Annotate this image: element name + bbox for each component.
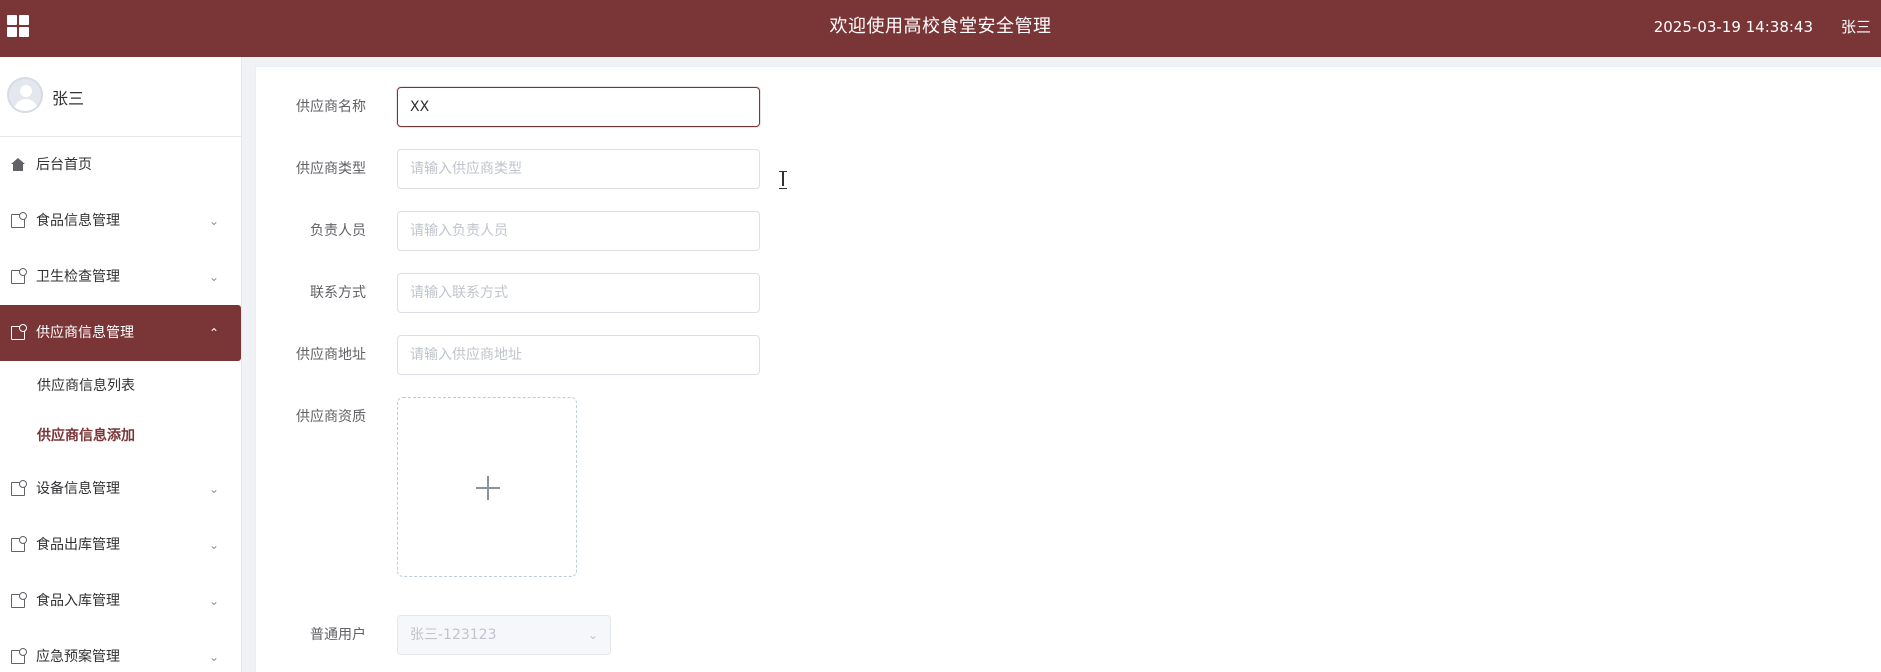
contact-input[interactable] <box>397 273 760 313</box>
form-row-person: 负责人员 <box>256 211 856 251</box>
sidebar-item-hygiene[interactable]: 卫生检查管理 ⌄ <box>0 249 241 305</box>
document-icon <box>11 268 27 284</box>
sidebar: 张三 后台首页 食品信息管理 ⌄ 卫生检查管理 ⌄ 供应商信息管理 ⌃ 供应商信… <box>0 57 242 672</box>
sidebar-item-outbound[interactable]: 食品出库管理 ⌄ <box>0 517 241 573</box>
chevron-down-icon: ⌄ <box>587 628 598 642</box>
user-select-value: 张三-123123 <box>410 627 497 643</box>
user-label: 普通用户 <box>310 627 366 643</box>
form-row-contact: 联系方式 <box>256 273 856 313</box>
supplier-form-panel: 供应商名称 供应商类型 负责人员 联系方式 供应商地址 供应商资质 普通用户 张… <box>255 66 1881 672</box>
document-icon <box>11 212 27 228</box>
chevron-down-icon: ⌄ <box>208 270 219 284</box>
sidebar-item-emergency[interactable]: 应急预案管理 ⌄ <box>0 629 241 672</box>
header-user-name[interactable]: 张三 <box>1841 0 1881 54</box>
avatar <box>7 77 43 113</box>
sidebar-item-label: 供应商信息管理 <box>36 325 134 341</box>
chevron-up-icon: ⌃ <box>208 326 219 340</box>
sidebar-item-label: 食品信息管理 <box>36 213 120 229</box>
document-icon <box>11 648 27 664</box>
form-row-address: 供应商地址 <box>256 335 856 375</box>
document-icon <box>11 480 27 496</box>
sidebar-item-food-info[interactable]: 食品信息管理 ⌄ <box>0 193 241 249</box>
sidebar-item-label: 应急预案管理 <box>36 649 120 665</box>
contact-label: 联系方式 <box>310 285 366 301</box>
supplier-address-label: 供应商地址 <box>296 347 366 363</box>
top-header: 欢迎使用高校食堂安全管理 2025-03-19 14:38:43 张三 <box>0 0 1881 57</box>
supplier-name-label: 供应商名称 <box>296 99 366 115</box>
qualification-upload-box[interactable] <box>397 397 577 577</box>
sidebar-item-label: 食品入库管理 <box>36 593 120 609</box>
sidebar-subitem-supplier-list[interactable]: 供应商信息列表 <box>0 361 241 411</box>
supplier-address-input[interactable] <box>397 335 760 375</box>
supplier-qualification-label: 供应商资质 <box>296 409 366 425</box>
supplier-name-input[interactable] <box>397 87 760 127</box>
document-icon <box>11 536 27 552</box>
sidebar-item-equipment[interactable]: 设备信息管理 ⌄ <box>0 461 241 517</box>
document-icon <box>11 592 27 608</box>
user-select[interactable]: 张三-123123 ⌄ <box>397 615 611 655</box>
supplier-type-input[interactable] <box>397 149 760 189</box>
page-title: 欢迎使用高校食堂安全管理 <box>829 16 1052 37</box>
sidebar-item-home[interactable]: 后台首页 <box>0 137 241 193</box>
sidebar-item-label: 设备信息管理 <box>36 481 120 497</box>
home-icon <box>11 158 25 172</box>
sidebar-user-box: 张三 <box>0 57 241 137</box>
sidebar-item-label: 卫生检查管理 <box>36 269 120 285</box>
document-icon <box>11 324 27 340</box>
chevron-down-icon: ⌄ <box>208 482 219 496</box>
form-row-type: 供应商类型 <box>256 149 856 189</box>
sidebar-subitem-supplier-add[interactable]: 供应商信息添加 <box>0 411 241 461</box>
supplier-type-label: 供应商类型 <box>296 161 366 177</box>
chevron-down-icon: ⌄ <box>208 594 219 608</box>
sidebar-item-label: 食品出库管理 <box>36 537 120 553</box>
sidebar-user-name: 张三 <box>52 89 85 108</box>
responsible-person-input[interactable] <box>397 211 760 251</box>
sidebar-item-supplier[interactable]: 供应商信息管理 ⌃ <box>0 305 241 361</box>
responsible-person-label: 负责人员 <box>310 223 366 239</box>
sidebar-item-inbound[interactable]: 食品入库管理 ⌄ <box>0 573 241 629</box>
form-row-name: 供应商名称 <box>256 87 856 127</box>
header-datetime: 2025-03-19 14:38:43 <box>1653 18 1813 36</box>
chevron-down-icon: ⌄ <box>208 214 219 228</box>
chevron-down-icon: ⌄ <box>208 538 219 552</box>
chevron-down-icon: ⌄ <box>208 650 219 664</box>
sidebar-item-label: 后台首页 <box>36 157 92 173</box>
